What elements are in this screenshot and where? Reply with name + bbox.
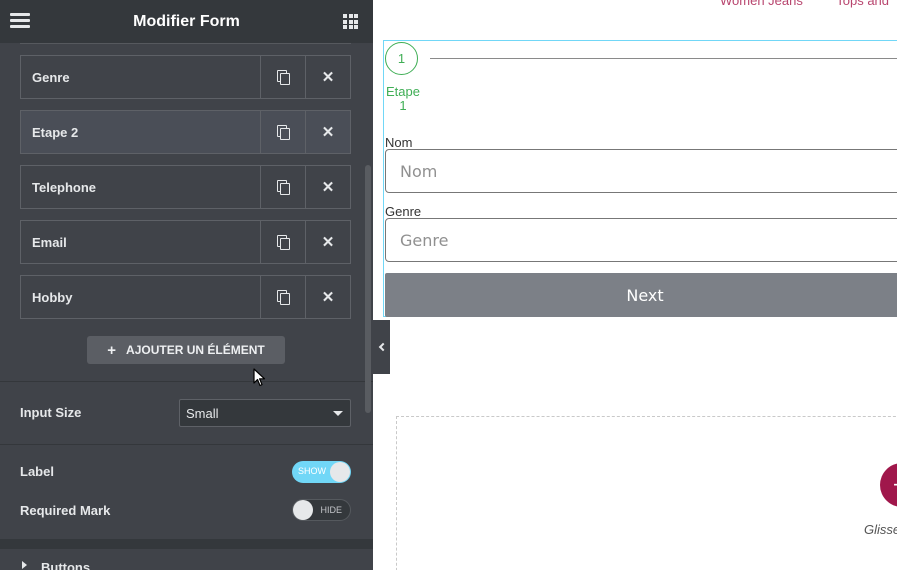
divider <box>0 381 373 382</box>
repeater-item-etape-2[interactable]: Etape 2 ✕ <box>20 110 351 154</box>
copy-icon <box>277 235 290 250</box>
step-number: 1 <box>397 51 406 66</box>
close-icon: ✕ <box>321 288 335 306</box>
repeater-item-email[interactable]: Email ✕ <box>20 220 351 264</box>
genre-input[interactable]: Genre <box>385 218 897 262</box>
close-icon: ✕ <box>321 233 335 251</box>
next-button-label: Next <box>626 285 664 305</box>
add-item-label: AJOUTER UN ÉLÉMENT <box>126 343 265 357</box>
duplicate-button[interactable] <box>260 166 305 208</box>
remove-button[interactable]: ✕ <box>305 276 350 318</box>
chevron-left-icon <box>378 342 387 352</box>
repeater-item-telephone[interactable]: Telephone ✕ <box>20 165 351 209</box>
editor-panel: Modifier Form Genre ✕ Etape 2 ✕ Telephon… <box>0 0 373 570</box>
switch-state-text: HIDE <box>320 505 342 515</box>
repeater-item-label: Email <box>32 234 67 250</box>
remove-button[interactable]: ✕ <box>305 111 350 153</box>
divider <box>0 444 373 445</box>
copy-icon <box>277 125 290 140</box>
top-nav-links: Women Jeans Tops and <box>720 0 897 8</box>
section-title: Buttons <box>41 560 91 570</box>
label-toggle-switch[interactable]: SHOW <box>292 461 351 483</box>
collapse-panel-button[interactable] <box>373 320 390 374</box>
panel-scrollbar[interactable] <box>365 165 371 413</box>
repeater-item-genre[interactable]: Genre ✕ <box>20 55 351 99</box>
section-gap <box>0 539 373 549</box>
switch-knob <box>293 500 313 520</box>
repeater-item-label: Genre <box>32 69 70 85</box>
duplicate-button[interactable] <box>260 276 305 318</box>
nom-placeholder: Nom <box>400 161 438 181</box>
next-button[interactable]: Next <box>385 273 897 317</box>
genre-placeholder: Genre <box>400 230 449 250</box>
repeater-item-hobby[interactable]: Hobby ✕ <box>20 275 351 319</box>
nav-link[interactable]: Tops and <box>836 0 889 8</box>
plus-icon: + <box>893 472 897 498</box>
nom-input[interactable]: Nom <box>385 149 897 193</box>
required-mark-switch[interactable]: HIDE <box>292 499 351 521</box>
remove-button[interactable]: ✕ <box>305 221 350 263</box>
form-widget[interactable]: 1 Etape 1 Nom Nom Genre Genre Next <box>383 40 897 317</box>
required-mark-label: Required Mark <box>20 503 111 518</box>
step-progress-line <box>430 58 897 59</box>
panel-header: Modifier Form <box>0 0 373 43</box>
label-toggle-label: Label <box>20 464 54 479</box>
step-indicator: 1 <box>385 42 418 75</box>
copy-icon <box>277 70 290 85</box>
empty-section-drop-zone[interactable] <box>396 416 897 570</box>
close-icon: ✕ <box>321 68 335 86</box>
input-size-select[interactable]: Small <box>179 399 351 427</box>
buttons-section-header[interactable]: Buttons <box>0 549 373 570</box>
caret-right-icon <box>22 561 27 569</box>
switch-knob <box>330 462 350 482</box>
step-label: Etape 1 <box>386 84 420 113</box>
chevron-down-icon <box>333 411 343 416</box>
copy-icon <box>277 290 290 305</box>
repeater-item-label: Telephone <box>32 179 97 195</box>
repeater-item-label: Etape 2 <box>32 124 79 140</box>
add-item-button[interactable]: + AJOUTER UN ÉLÉMENT <box>87 336 285 364</box>
duplicate-button[interactable] <box>260 221 305 263</box>
repeater-item-edge <box>20 43 351 44</box>
input-size-value: Small <box>186 405 219 421</box>
input-size-label: Input Size <box>20 405 82 420</box>
mouse-cursor-icon <box>253 368 266 387</box>
close-icon: ✕ <box>321 123 335 141</box>
repeater-item-label: Hobby <box>32 289 73 305</box>
nav-link[interactable]: Women Jeans <box>720 0 803 8</box>
genre-label: Genre <box>385 204 422 219</box>
duplicate-button[interactable] <box>260 56 305 98</box>
remove-button[interactable]: ✕ <box>305 56 350 98</box>
drop-hint-text: Glisse <box>864 522 897 537</box>
close-icon: ✕ <box>321 178 335 196</box>
switch-state-text: SHOW <box>298 466 326 476</box>
duplicate-button[interactable] <box>260 111 305 153</box>
nom-label: Nom <box>385 135 413 150</box>
remove-button[interactable]: ✕ <box>305 166 350 208</box>
plus-icon: + <box>107 341 117 359</box>
panel-title: Modifier Form <box>133 12 240 30</box>
hamburger-menu-icon[interactable] <box>10 13 30 29</box>
copy-icon <box>277 180 290 195</box>
widgets-grid-icon[interactable] <box>343 14 358 29</box>
